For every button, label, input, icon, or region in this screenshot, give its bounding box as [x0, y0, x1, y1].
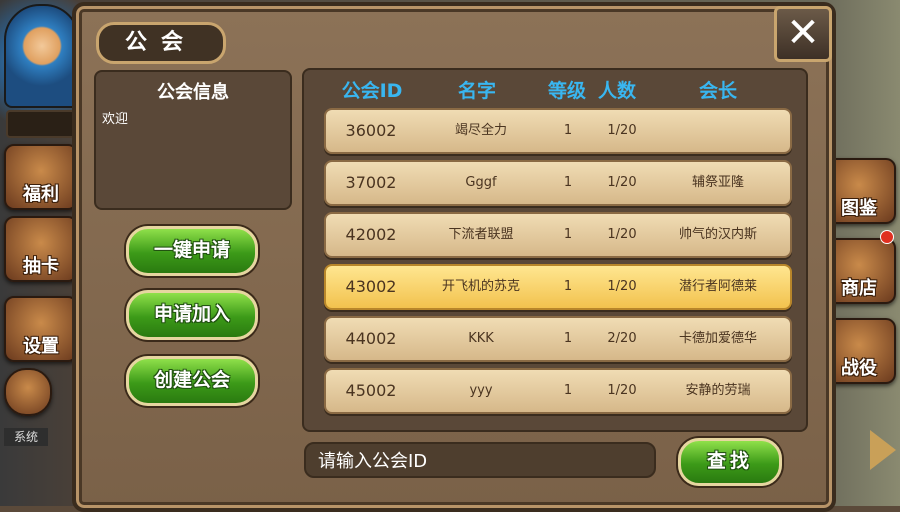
- guild-name: Gggf: [465, 175, 497, 190]
- guild-members: 1/20: [607, 227, 637, 242]
- guild-name: KKK: [468, 331, 494, 346]
- guild-leader: 卡德加爱德华: [678, 331, 757, 346]
- player-avatar[interactable]: [4, 4, 80, 108]
- guild-members: 1/20: [607, 383, 637, 398]
- apply-join-button[interactable]: 申请加入: [126, 290, 258, 340]
- guild-id: 37002: [345, 173, 397, 192]
- header-leader: 会长: [698, 80, 737, 102]
- settings-label: 设置: [23, 336, 59, 357]
- friends-icon[interactable]: [4, 368, 52, 416]
- header-name: 名字: [457, 80, 496, 102]
- guild-level: 1: [563, 383, 573, 398]
- guild-info-text: 欢迎: [102, 112, 129, 127]
- guild-row[interactable]: 44002 KKK 1 2/20 卡德加爱德华: [324, 316, 792, 362]
- guild-level: 1: [563, 123, 573, 138]
- guild-id-search-input[interactable]: 请输入公会ID: [304, 442, 656, 478]
- guild-id: 43002: [345, 277, 397, 296]
- guild-leader: 帅气的汉内斯: [678, 227, 757, 242]
- guild-level: 1: [563, 175, 573, 190]
- guild-row-selected[interactable]: 43002 开飞机的苏克 1 1/20 潜行者阿德莱: [324, 264, 792, 310]
- guild-leader: 辅祭亚隆: [691, 175, 744, 190]
- draw-card-button[interactable]: 抽卡: [4, 216, 78, 282]
- welfare-button[interactable]: 福利: [4, 144, 78, 210]
- guild-members: 1/20: [607, 279, 637, 294]
- guild-members: 2/20: [607, 331, 637, 346]
- guild-name: 开飞机的苏克: [441, 279, 520, 294]
- guild-name: 下流者联盟: [448, 227, 514, 242]
- quick-apply-button[interactable]: 一键申请: [126, 226, 258, 276]
- guild-row[interactable]: 45002 yyy 1 1/20 安静的劳瑞: [324, 368, 792, 414]
- notification-dot: [880, 230, 894, 244]
- left-sidebar: 福利 抽卡 设置 系统: [0, 0, 80, 506]
- guild-name: yyy: [469, 383, 493, 398]
- draw-card-label: 抽卡: [23, 256, 59, 277]
- header-members: 人数: [597, 80, 636, 102]
- player-level-bar: [6, 110, 80, 138]
- system-tab[interactable]: 系统: [4, 428, 48, 446]
- guild-leader: [656, 110, 780, 152]
- guild-leader: 安静的劳瑞: [685, 383, 751, 398]
- guild-members: 1/20: [607, 175, 637, 190]
- header-level: 等级: [547, 80, 586, 102]
- search-button[interactable]: 查找: [678, 438, 782, 486]
- close-button[interactable]: ✕: [774, 6, 832, 62]
- guild-level: 1: [563, 227, 573, 242]
- settings-button[interactable]: 设置: [4, 296, 78, 362]
- create-guild-button[interactable]: 创建公会: [126, 356, 258, 406]
- guild-id: 45002: [345, 381, 397, 400]
- guild-id: 44002: [345, 329, 397, 348]
- guild-row[interactable]: 37002 Gggf 1 1/20 辅祭亚隆: [324, 160, 792, 206]
- welfare-label: 福利: [23, 184, 59, 205]
- guild-row[interactable]: 42002 下流者联盟 1 1/20 帅气的汉内斯: [324, 212, 792, 258]
- guild-row[interactable]: 36002 竭尽全力 1 1/20: [324, 108, 792, 154]
- dialog-title: 公会: [96, 22, 226, 64]
- guild-info-title: 公会信息: [157, 82, 229, 103]
- guild-members: 1/20: [607, 123, 637, 138]
- header-guild-id: 公会ID: [341, 80, 403, 102]
- guild-level: 1: [563, 279, 573, 294]
- guild-level: 1: [563, 331, 573, 346]
- guild-leader: 潜行者阿德莱: [678, 279, 757, 294]
- guild-name: 竭尽全力: [454, 123, 507, 138]
- arrow-right-icon[interactable]: [870, 430, 896, 470]
- guild-id: 36002: [345, 121, 397, 140]
- guild-info-box: 公会信息 欢迎: [94, 70, 292, 210]
- guild-id: 42002: [345, 225, 397, 244]
